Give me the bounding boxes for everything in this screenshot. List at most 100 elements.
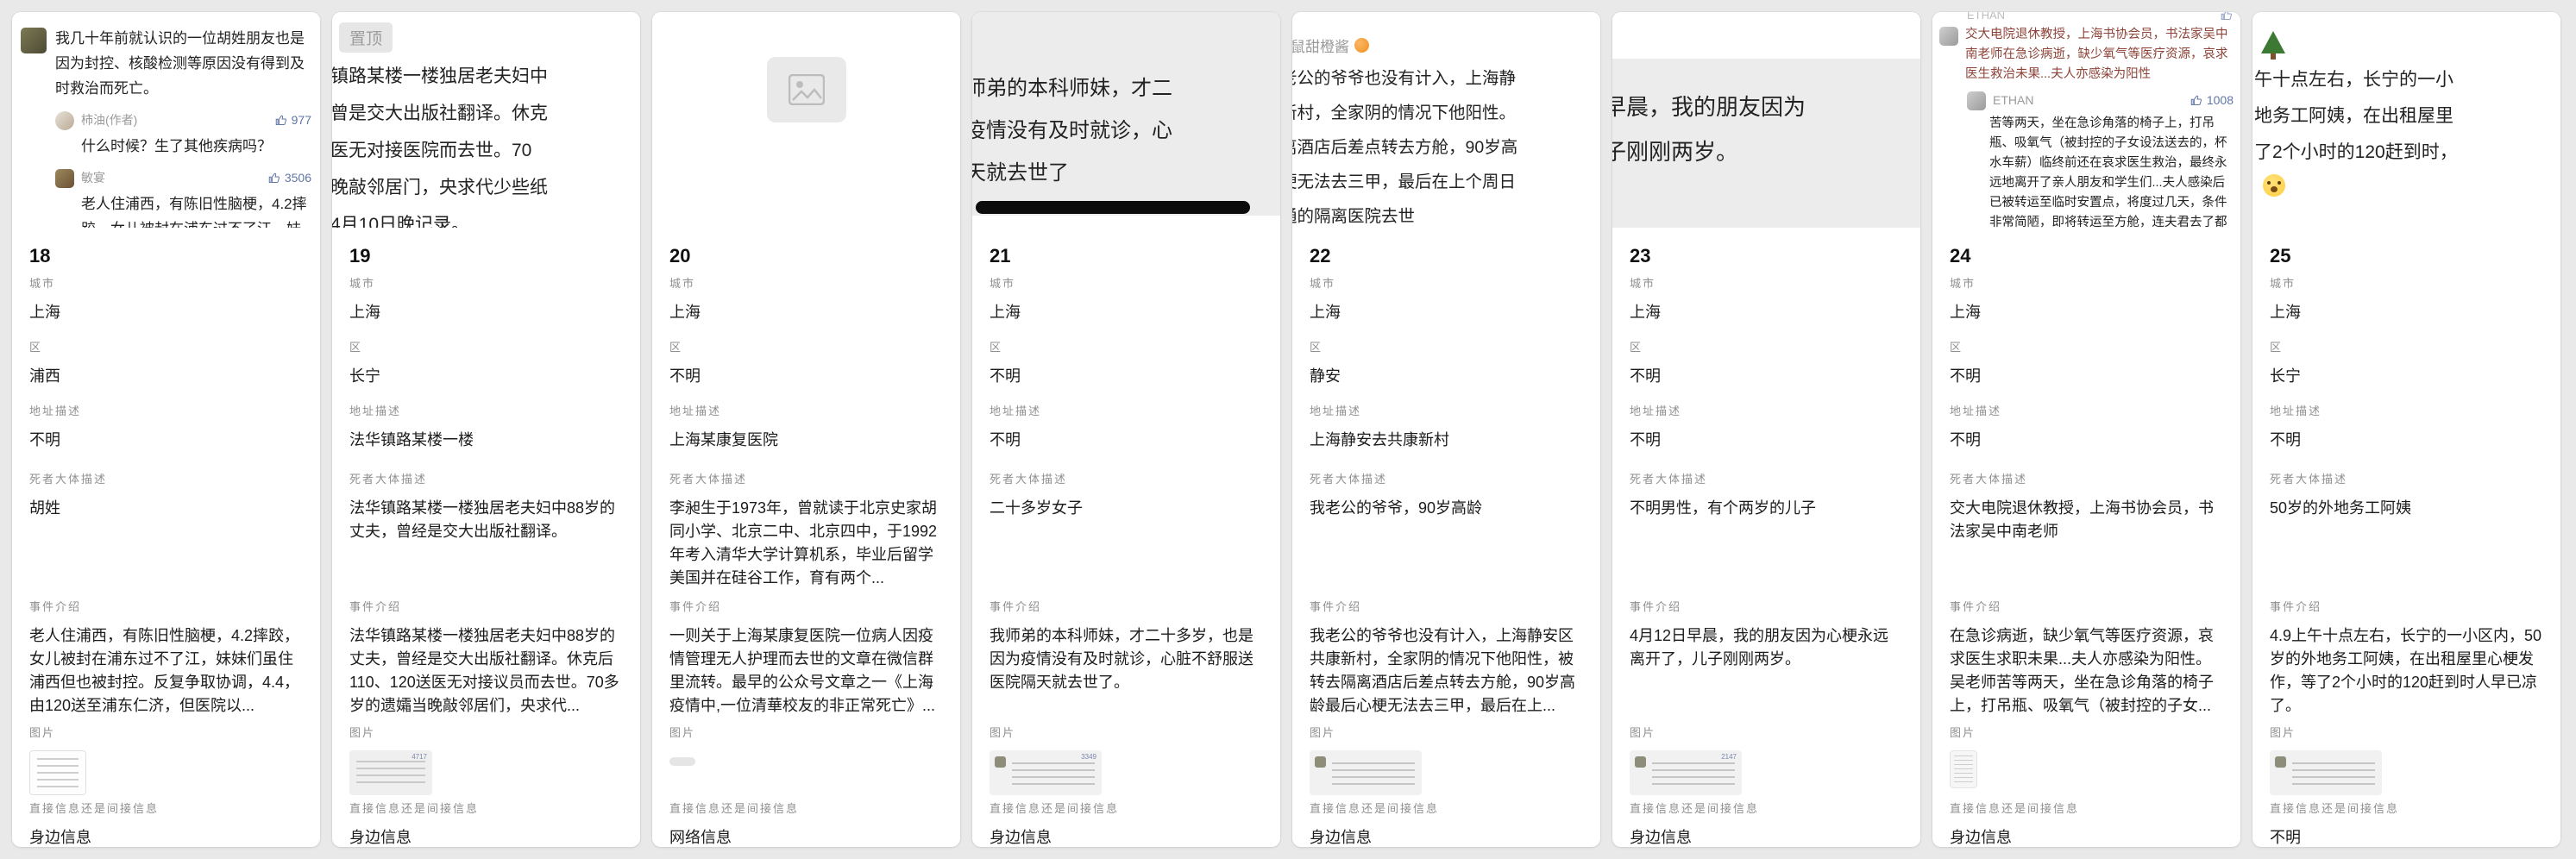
district-value: 长宁 <box>2270 365 2543 388</box>
field-label-direct: 直接信息还是间接信息 <box>990 799 1263 816</box>
field-label-direct: 直接信息还是间接信息 <box>2270 799 2543 816</box>
city-value: 上海 <box>1630 301 1903 324</box>
commenter-name: ETHAN <box>1967 12 2221 22</box>
commenter-name: 柿油(作者) <box>81 111 275 129</box>
address-value: 不明 <box>990 429 1263 452</box>
field-label-deceased: 死者大体描述 <box>669 470 943 486</box>
thumbs-up-icon <box>268 172 281 185</box>
attachment-thumbnail[interactable] <box>1310 750 1422 795</box>
event-value: 我师弟的本科师妹，才二十多岁，也是因为疫情没有及时就诊，心脏不舒服送医院隔天就去… <box>990 624 1263 694</box>
district-value: 不明 <box>990 365 1263 388</box>
case-screenshot-preview[interactable]: ETHAN 交大电院退休教授，上海书协会员，书法家吴中南老师在急诊病逝，缺少氧气… <box>1932 12 2240 228</box>
direct-value: 网络信息 <box>669 826 943 847</box>
field-label-event: 事件介绍 <box>669 598 943 614</box>
field-label-deceased: 死者大体描述 <box>990 470 1263 486</box>
district-value: 静安 <box>1310 365 1583 388</box>
field-label-district: 区 <box>1950 338 2223 354</box>
city-value: 上海 <box>669 301 943 324</box>
city-value: 上海 <box>1310 301 1583 324</box>
address-value: 不明 <box>1950 429 2223 452</box>
district-value: 不明 <box>1950 365 2223 388</box>
case-screenshot-preview[interactable]: 午十点左右，长宁的一小 地务工阿姨，在出租屋里 了2个小时的120赶到时， <box>2252 12 2560 228</box>
deceased-value: 我老公的爷爷，90岁高龄 <box>1310 497 1583 520</box>
field-label-address: 地址描述 <box>2270 402 2543 418</box>
field-label-event: 事件介绍 <box>29 598 303 614</box>
case-number: 21 <box>990 245 1263 267</box>
address-value: 不明 <box>2270 429 2543 452</box>
redaction-bar <box>976 201 1250 214</box>
attachment-thumbnail[interactable] <box>1950 750 1977 788</box>
case-card-25[interactable]: 午十点左右，长宁的一小 地务工阿姨，在出租屋里 了2个小时的120赶到时， 25… <box>2252 12 2560 847</box>
event-value: 我老公的爷爷也没有计入，上海静安区共康新村，全家阴的情况下他阳性，被转去隔离酒店… <box>1310 624 1583 718</box>
city-value: 上海 <box>1950 301 2223 324</box>
city-value: 上海 <box>349 301 623 324</box>
case-screenshot-preview[interactable]: 置顶 镇路某楼一楼独居老夫妇中 曾是交大出版社翻译。休克 医无对接医院而去世。7… <box>332 12 640 228</box>
field-label-image: 图片 <box>990 724 1263 740</box>
event-value: 4.9上午十点左右，长宁的一小区内，50岁的外地务工阿姨，在出租屋里心梗发作，等… <box>2270 624 2543 718</box>
case-card-21[interactable]: 师弟的本科师妹，才二 疫情没有及时就诊，心 天就去世了 21 城市上海 区不明 … <box>972 12 1280 847</box>
broken-image-placeholder-icon <box>767 57 846 122</box>
like-count: 3506 <box>268 171 311 185</box>
like-count: 2147 <box>1721 753 1737 761</box>
field-label-image: 图片 <box>1310 724 1583 740</box>
attachment-thumbnail[interactable]: 2147 <box>1630 750 1742 795</box>
field-label-image: 图片 <box>1950 724 2223 740</box>
address-value: 上海某康复医院 <box>669 429 943 452</box>
field-label-city: 城市 <box>1630 274 1903 291</box>
deceased-value: 交大电院退休教授，上海书协会员，书法家吴中南老师 <box>1950 497 2223 543</box>
case-screenshot-preview[interactable]: 我几十年前就认识的一位胡姓朋友也是因为封控、核酸检测等原因没有得到及时救治而死亡… <box>12 12 320 228</box>
attachment-thumbnail[interactable] <box>29 750 86 795</box>
field-label-address: 地址描述 <box>1630 402 1903 418</box>
case-screenshot-preview[interactable]: 师弟的本科师妹，才二 疫情没有及时就诊，心 天就去世了 <box>972 12 1280 228</box>
direct-value: 身边信息 <box>1630 826 1903 847</box>
case-screenshot-preview[interactable]: 鼠甜橙酱 老公的爷爷也没有计入，上海静 新村，全家阴的情况下他阳性。 离酒店后差… <box>1292 12 1600 228</box>
direct-value: 身边信息 <box>349 826 623 847</box>
address-value: 不明 <box>1630 429 1903 452</box>
case-card-22[interactable]: 鼠甜橙酱 老公的爷爷也没有计入，上海静 新村，全家阴的情况下他阳性。 离酒店后差… <box>1292 12 1600 847</box>
case-card-24[interactable]: ETHAN 交大电院退休教授，上海书协会员，书法家吴中南老师在急诊病逝，缺少氧气… <box>1932 12 2240 847</box>
case-card-18[interactable]: 我几十年前就认识的一位胡姓朋友也是因为封控、核酸检测等原因没有得到及时救治而死亡… <box>12 12 320 847</box>
like-count: 1008 <box>2190 93 2234 107</box>
field-label-city: 城市 <box>1950 274 2223 291</box>
attachment-thumbnail[interactable] <box>669 757 695 766</box>
direct-value: 身边信息 <box>1950 826 2223 847</box>
case-card-23[interactable]: 早晨，我的朋友因为 子刚刚两岁。 23 城市上海 区不明 地址描述不明 死者大体… <box>1612 12 1920 847</box>
avatar <box>1939 27 1958 46</box>
orange-emoji-icon <box>1354 38 1369 53</box>
avatar <box>55 111 74 130</box>
field-label-event: 事件介绍 <box>2270 598 2543 614</box>
field-label-event: 事件介绍 <box>990 598 1263 614</box>
city-value: 上海 <box>990 301 1263 324</box>
case-card-19[interactable]: 置顶 镇路某楼一楼独居老夫妇中 曾是交大出版社翻译。休克 医无对接医院而去世。7… <box>332 12 640 847</box>
field-label-city: 城市 <box>2270 274 2543 291</box>
field-label-event: 事件介绍 <box>1310 598 1583 614</box>
city-value: 上海 <box>2270 301 2543 324</box>
thumbs-up-icon <box>2190 94 2203 107</box>
field-label-deceased: 死者大体描述 <box>29 470 303 486</box>
wechat-comment-thread: ETHAN 交大电院退休教授，上海书协会员，书法家吴中南老师在急诊病逝，缺少氧气… <box>1932 12 2240 228</box>
field-label-image: 图片 <box>1630 724 1903 740</box>
attachment-thumbnail[interactable]: 3349 <box>990 750 1102 795</box>
field-label-image: 图片 <box>349 724 623 740</box>
field-label-address: 地址描述 <box>1310 402 1583 418</box>
avatar <box>55 169 74 188</box>
attachment-thumbnail[interactable] <box>2270 750 2382 795</box>
event-value: 法华镇路某楼一楼独居老夫妇中88岁的丈夫，曾经是交大出版社翻译。休克后110、1… <box>349 624 623 718</box>
field-label-deceased: 死者大体描述 <box>2270 470 2543 486</box>
comment-text: 老人住浦西，有陈旧性脑梗，4.2摔跤，女儿被封在浦东过不了江，妹妹们虽住浦西但也… <box>81 191 311 228</box>
address-value: 法华镇路某楼一楼 <box>349 429 623 452</box>
case-screenshot-preview[interactable]: 早晨，我的朋友因为 子刚刚两岁。 <box>1612 12 1920 228</box>
commenter-name: ETHAN <box>1993 93 2190 107</box>
thumbs-up-icon <box>2221 12 2234 22</box>
avatar <box>1967 91 1986 110</box>
field-label-city: 城市 <box>990 274 1263 291</box>
field-label-event: 事件介绍 <box>1630 598 1903 614</box>
case-number: 20 <box>669 245 943 267</box>
field-label-image: 图片 <box>2270 724 2543 740</box>
direct-value: 身边信息 <box>990 826 1263 847</box>
field-label-district: 区 <box>990 338 1263 354</box>
case-screenshot-preview[interactable] <box>652 12 960 228</box>
comment-text: 什么时候？生了其他疾病吗？ <box>81 134 311 159</box>
case-card-20[interactable]: 20 城市上海 区不明 地址描述上海某康复医院 死者大体描述李昶生于1973年，… <box>652 12 960 847</box>
attachment-thumbnail[interactable]: 4717 <box>349 750 432 795</box>
